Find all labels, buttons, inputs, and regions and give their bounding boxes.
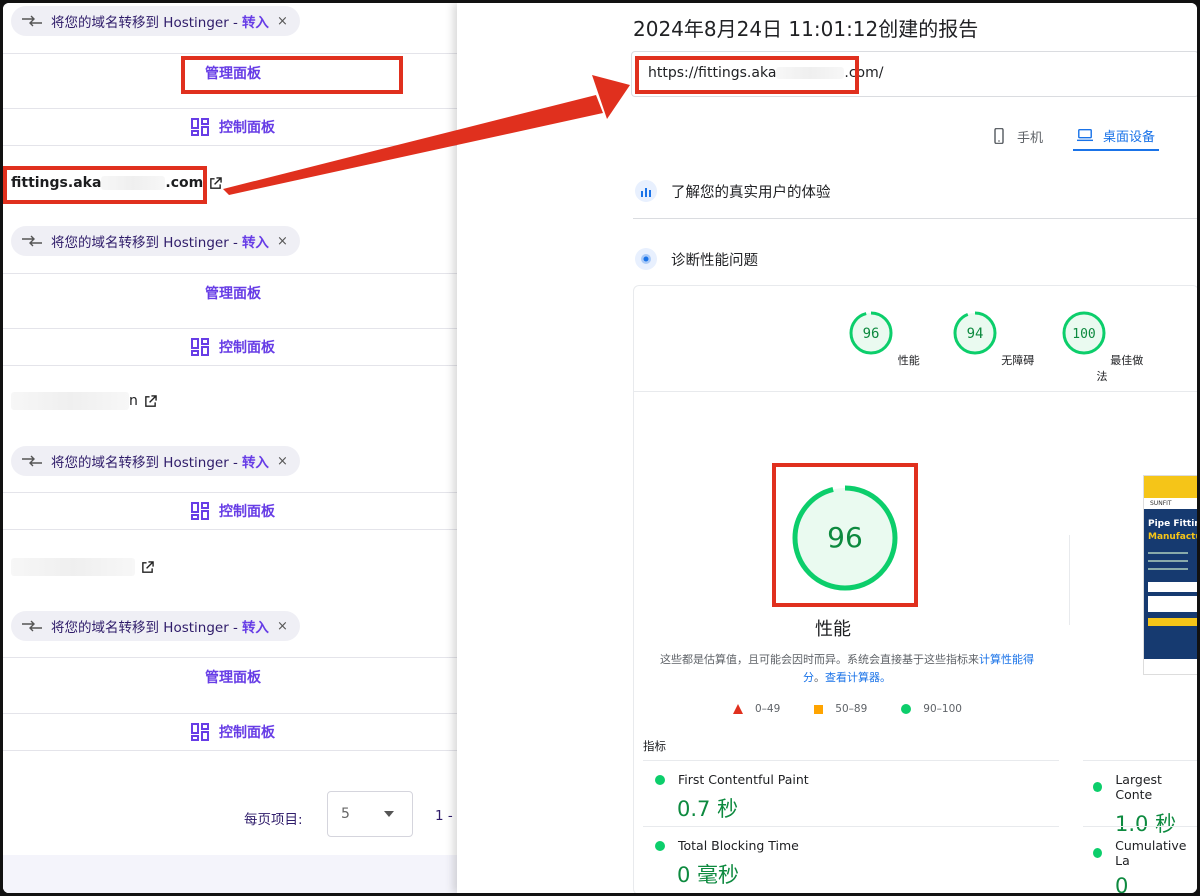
red-arrow-annotation xyxy=(223,75,630,195)
screenshot-frame: 将您的域名转移到 Hostinger - 转入 × 管理面板 控制面板 fitt… xyxy=(3,3,1197,893)
